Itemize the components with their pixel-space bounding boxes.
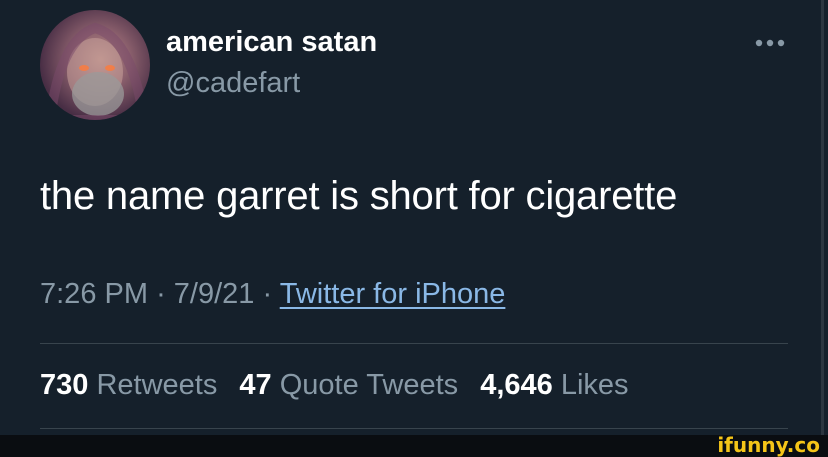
tweet-screenshot: american satan @cadefart the name garret… xyxy=(0,0,828,457)
avatar-image xyxy=(44,22,150,120)
retweets-count: 730 xyxy=(40,369,89,401)
watermark-bar xyxy=(0,435,828,457)
quote-tweets-label: Quote Tweets xyxy=(279,369,459,401)
quote-tweets-stat[interactable]: 47 Quote Tweets xyxy=(239,369,458,401)
tweet-text: the name garret is short for cigarette xyxy=(40,174,678,218)
likes-label: Likes xyxy=(560,369,629,401)
tweet-date[interactable]: 7/9/21 xyxy=(174,278,255,310)
retweets-stat[interactable]: 730 Retweets xyxy=(40,369,217,401)
divider xyxy=(40,343,788,344)
divider xyxy=(40,428,788,429)
watermark-logo: ifunny.co xyxy=(717,433,820,457)
scrollbar-edge xyxy=(821,0,824,435)
likes-stat[interactable]: 4,646 Likes xyxy=(480,369,628,401)
avatar[interactable] xyxy=(40,10,150,120)
separator: · xyxy=(262,278,273,310)
user-handle[interactable]: @cadefart xyxy=(166,67,300,100)
quote-tweets-count: 47 xyxy=(239,369,272,401)
more-horizontal-icon[interactable] xyxy=(754,36,786,50)
display-name[interactable]: american satan xyxy=(166,26,377,59)
likes-count: 4,646 xyxy=(480,369,553,401)
separator: · xyxy=(156,278,166,310)
tweet-time[interactable]: 7:26 PM xyxy=(40,278,148,310)
tweet-source-link[interactable]: Twitter for iPhone xyxy=(280,278,506,310)
tweet-stats: 730 Retweets 47 Quote Tweets 4,646 Likes xyxy=(40,369,643,402)
tweet-metadata: 7:26 PM · 7/9/21 · Twitter for iPhone xyxy=(40,278,505,311)
retweets-label: Retweets xyxy=(96,369,218,401)
